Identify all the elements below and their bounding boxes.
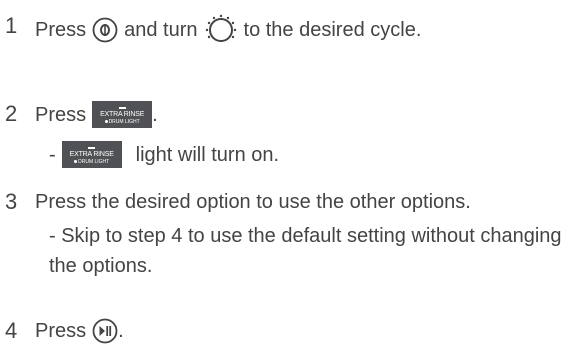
step-3-number: 3 <box>5 189 18 214</box>
step-2-sub-dash: - <box>49 143 56 166</box>
power-button-icon <box>92 17 118 43</box>
step-2-line: Press EXTRA RINSE DRUM LIGHT . <box>35 101 158 128</box>
extra-rinse-indicator-label: EXTRA RINSE <box>69 150 114 158</box>
step-2-sub-text: light will turn on. <box>135 143 280 166</box>
step-1-text-and-turn: and turn <box>124 19 198 41</box>
extra-rinse-led-icon <box>118 106 126 109</box>
cycle-dial-icon <box>204 13 238 47</box>
instruction-page: 1 Press and turn to the desired cycle. 2… <box>0 0 579 356</box>
step-3-sub-text: - Skip to step 4 to use the default sett… <box>49 225 562 277</box>
step-2-text-period: . <box>152 103 158 126</box>
step-4-text-period: . <box>118 320 124 342</box>
extra-rinse-button-label: EXTRA RINSE <box>100 110 145 118</box>
step-1-number: 1 <box>5 13 18 38</box>
step-1-text-press: Press <box>35 19 87 41</box>
extra-rinse-indicator-led-icon <box>88 146 96 149</box>
step-2-number: 2 <box>5 101 18 126</box>
step-2-sub-line: - EXTRA RINSE DRUM LIGHT light will turn… <box>49 141 279 168</box>
step-4-line: Press . <box>35 318 124 344</box>
drum-light-label: DRUM LIGHT <box>105 119 140 125</box>
extra-rinse-indicator: EXTRA RINSE DRUM LIGHT <box>61 141 122 168</box>
step-1-line: Press and turn to the desired cycle. <box>35 13 421 47</box>
start-pause-button-icon <box>92 318 118 344</box>
step-3-line: Press the desired option to use the othe… <box>35 191 471 213</box>
drum-light-indicator-label: DRUM LIGHT <box>74 159 109 165</box>
step-2-text-press: Press <box>35 103 87 126</box>
step-4-text-press: Press <box>35 320 87 342</box>
step-1-text-desired-cycle: to the desired cycle. <box>243 19 422 41</box>
extra-rinse-button: EXTRA RINSE DRUM LIGHT <box>92 101 153 128</box>
step-4-number: 4 <box>5 318 18 343</box>
